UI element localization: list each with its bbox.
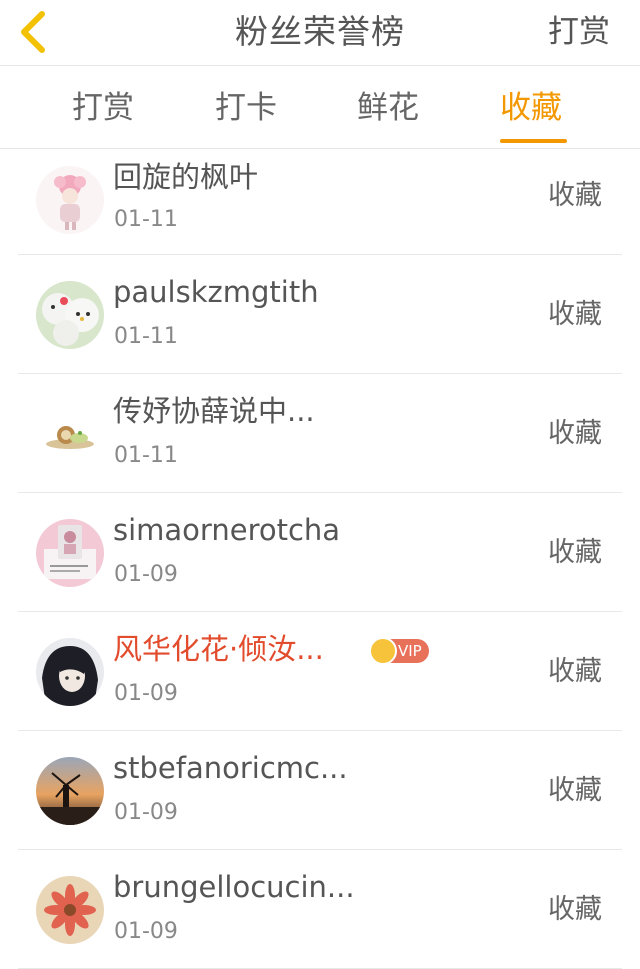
fan-action: 收藏 <box>548 299 602 330</box>
tab-favorites[interactable]: 收藏 <box>500 87 562 129</box>
list-item[interactable]: 传妤协薛说中... 01-11 收藏 <box>18 374 622 493</box>
fan-list: 回旋的枫叶 01-11 收藏 paulskzmgtith 01-11 收藏 传妤… <box>0 150 640 969</box>
fan-date: 01-09 <box>114 919 178 944</box>
avatar <box>36 166 104 234</box>
fan-action: 收藏 <box>548 775 602 806</box>
fan-action: 收藏 <box>548 180 602 211</box>
tab-bar: 打赏 打卡 鲜花 收藏 <box>0 67 640 149</box>
fan-action: 收藏 <box>548 894 602 925</box>
fan-name: simaornerotcha <box>113 513 341 547</box>
top-bar: 粉丝荣誉榜 打赏 <box>0 0 640 66</box>
avatar <box>36 638 104 706</box>
tab-flowers[interactable]: 鲜花 <box>357 87 419 129</box>
fan-date: 01-11 <box>114 207 178 232</box>
fan-name: 回旋的枫叶 <box>113 160 259 194</box>
tab-checkin[interactable]: 打卡 <box>215 87 277 129</box>
avatar <box>36 876 104 944</box>
fan-action: 收藏 <box>548 656 602 687</box>
fan-date: 01-11 <box>114 443 178 468</box>
vip-badge-label: VIP <box>398 642 422 660</box>
fan-action: 收藏 <box>548 418 602 449</box>
fan-name: stbefanoricmc... <box>113 751 348 785</box>
reward-button[interactable]: 打赏 <box>548 10 610 54</box>
fan-date: 01-09 <box>114 681 178 706</box>
list-item[interactable]: 回旋的枫叶 01-11 收藏 <box>18 150 622 255</box>
list-item[interactable]: 风华化花·倾汝... VIP 01-09 收藏 <box>18 612 622 731</box>
active-tab-indicator <box>500 139 567 143</box>
fan-name: 传妤协薛说中... <box>113 394 315 428</box>
page-title: 粉丝荣誉榜 <box>235 12 405 51</box>
list-item[interactable]: simaornerotcha 01-09 收藏 <box>18 493 622 612</box>
fan-date: 01-11 <box>114 324 178 349</box>
tab-reward[interactable]: 打赏 <box>72 87 134 129</box>
list-item[interactable]: brungellocucin... 01-09 收藏 <box>18 850 622 969</box>
fan-name: brungellocucin... <box>113 870 355 904</box>
avatar <box>36 757 104 825</box>
fan-name: 风华化花·倾汝... <box>113 632 324 666</box>
crown-icon <box>369 637 397 665</box>
fan-name: paulskzmgtith <box>113 275 319 309</box>
list-item[interactable]: paulskzmgtith 01-11 收藏 <box>18 255 622 374</box>
avatar <box>36 519 104 587</box>
avatar <box>36 281 104 349</box>
vip-badge: VIP <box>369 637 429 665</box>
fan-date: 01-09 <box>114 800 178 825</box>
fan-date: 01-09 <box>114 562 178 587</box>
fan-action: 收藏 <box>548 537 602 568</box>
list-item[interactable]: stbefanoricmc... 01-09 收藏 <box>18 731 622 850</box>
avatar <box>36 400 104 468</box>
